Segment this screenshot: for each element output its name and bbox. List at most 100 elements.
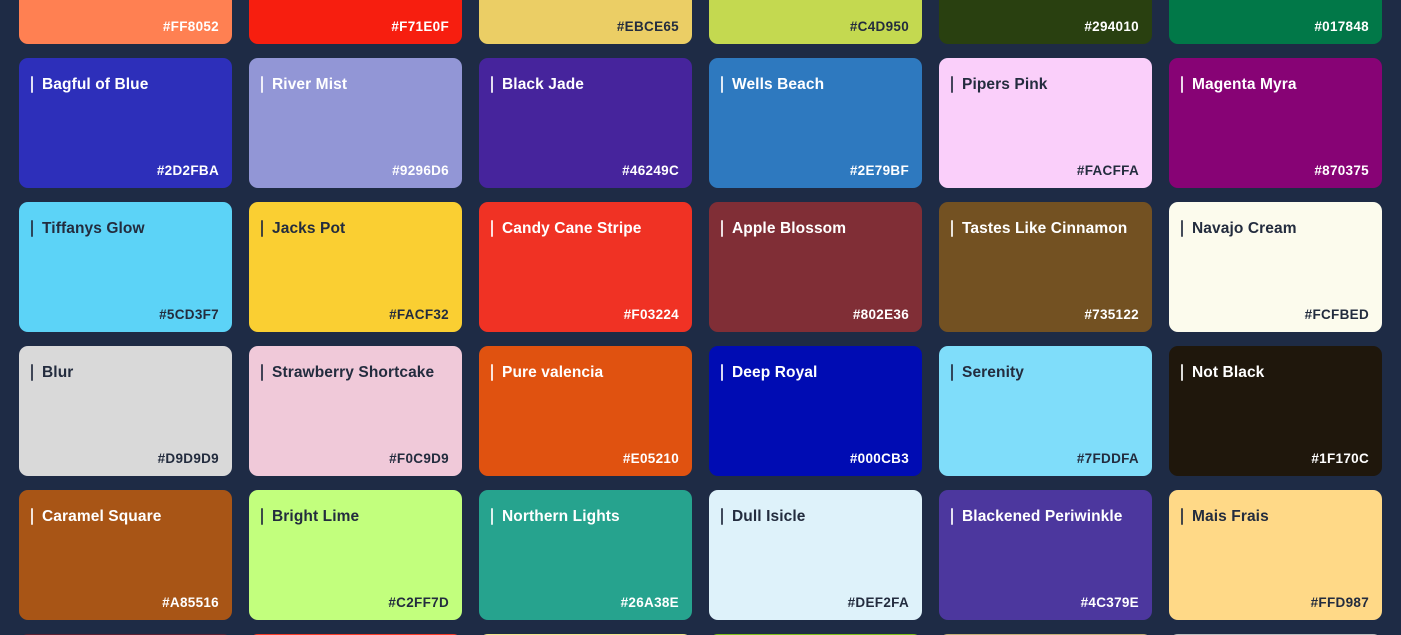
swatch-hex-code[interactable]: #735122 — [1084, 307, 1139, 322]
vertical-bar-icon — [1181, 364, 1183, 381]
vertical-bar-icon — [261, 364, 263, 381]
color-swatch-card[interactable]: #F71E0F — [249, 0, 462, 44]
swatch-hex-code[interactable]: #2E79BF — [850, 163, 909, 178]
color-swatch-card[interactable]: Deep Royal #000CB3 — [709, 346, 922, 476]
color-swatch-card[interactable]: Dull Isicle #DEF2FA — [709, 490, 922, 620]
swatch-hex-code[interactable]: #46249C — [622, 163, 679, 178]
swatch-hex-code[interactable]: #4C379E — [1081, 595, 1139, 610]
swatch-name: Wells Beach — [732, 75, 825, 93]
color-swatch-card[interactable]: Black Jade #46249C — [479, 58, 692, 188]
swatch-hex-code[interactable]: #F71E0F — [391, 19, 449, 34]
swatch-hex-code[interactable]: #FFD987 — [1311, 595, 1369, 610]
swatch-name: Tiffanys Glow — [42, 219, 145, 237]
color-swatch-card[interactable]: Bright Lime #C2FF7D — [249, 490, 462, 620]
vertical-bar-icon — [31, 220, 33, 237]
color-swatch-card[interactable]: Bagful of Blue #2D2FBA — [19, 58, 232, 188]
swatch-hex-code[interactable]: #294010 — [1084, 19, 1139, 34]
swatch-hex-code[interactable]: #5CD3F7 — [159, 307, 219, 322]
swatch-hex-code[interactable]: #017848 — [1314, 19, 1369, 34]
swatch-hex-code[interactable]: #D9D9D9 — [158, 451, 219, 466]
color-swatch-card[interactable]: Pure valencia #E05210 — [479, 346, 692, 476]
color-swatch-card[interactable]: Blur #D9D9D9 — [19, 346, 232, 476]
vertical-bar-icon — [31, 76, 33, 93]
swatch-hex-code[interactable]: #FF8052 — [163, 19, 219, 34]
swatch-hex-code[interactable]: #7FDDFA — [1077, 451, 1139, 466]
swatch-name: Candy Cane Stripe — [502, 219, 642, 237]
swatch-title-row: Apple Blossom — [721, 220, 910, 237]
color-swatch-card[interactable]: River Mist #9296D6 — [249, 58, 462, 188]
swatch-hex-code[interactable]: #26A38E — [621, 595, 679, 610]
color-swatch-card[interactable]: Serenity #7FDDFA — [939, 346, 1152, 476]
swatch-name: Apple Blossom — [732, 219, 847, 237]
swatch-title-row: Tiffanys Glow — [31, 220, 220, 237]
swatch-hex-code[interactable]: #9296D6 — [392, 163, 449, 178]
vertical-bar-icon — [951, 76, 953, 93]
color-swatch-card[interactable]: Tiffanys Glow #5CD3F7 — [19, 202, 232, 332]
vertical-bar-icon — [951, 364, 953, 381]
swatch-name: Caramel Square — [42, 507, 162, 525]
vertical-bar-icon — [261, 508, 263, 525]
vertical-bar-icon — [721, 364, 723, 381]
swatch-title-row: Navajo Cream — [1181, 220, 1370, 237]
swatch-name: Pipers Pink — [962, 75, 1048, 93]
color-swatch-card[interactable]: Tastes Like Cinnamon #735122 — [939, 202, 1152, 332]
swatch-title-row: Bagful of Blue — [31, 76, 220, 93]
swatch-hex-code[interactable]: #2D2FBA — [157, 163, 219, 178]
swatch-title-row: Wells Beach — [721, 76, 910, 93]
swatch-hex-code[interactable]: #000CB3 — [850, 451, 909, 466]
color-swatch-card[interactable]: Mais Frais #FFD987 — [1169, 490, 1382, 620]
color-swatch-card[interactable]: #C4D950 — [709, 0, 922, 44]
vertical-bar-icon — [491, 76, 493, 93]
swatch-title-row: Black Jade — [491, 76, 680, 93]
swatch-name: River Mist — [272, 75, 348, 93]
swatch-title-row: Mais Frais — [1181, 508, 1370, 525]
swatch-hex-code[interactable]: #1F170C — [1311, 451, 1369, 466]
swatch-title-row: Blur — [31, 364, 220, 381]
swatch-title-row: Bright Lime — [261, 508, 450, 525]
swatch-name: Serenity — [962, 363, 1024, 381]
swatch-hex-code[interactable]: #C4D950 — [850, 19, 909, 34]
swatch-name: Mais Frais — [1192, 507, 1269, 525]
swatch-hex-code[interactable]: #802E36 — [853, 307, 909, 322]
color-swatch-card[interactable]: Blackened Periwinkle #4C379E — [939, 490, 1152, 620]
swatch-hex-code[interactable]: #F03224 — [624, 307, 679, 322]
swatch-hex-code[interactable]: #FACFFA — [1077, 163, 1139, 178]
swatch-title-row: Jacks Pot — [261, 220, 450, 237]
color-swatch-card[interactable]: Pipers Pink #FACFFA — [939, 58, 1152, 188]
color-swatch-card[interactable]: Magenta Myra #870375 — [1169, 58, 1382, 188]
color-swatch-card[interactable]: Strawberry Shortcake #F0C9D9 — [249, 346, 462, 476]
swatch-name: Strawberry Shortcake — [272, 363, 435, 381]
swatch-title-row: Northern Lights — [491, 508, 680, 525]
vertical-bar-icon — [1181, 76, 1183, 93]
swatch-name: Jacks Pot — [272, 219, 346, 237]
color-swatch-card[interactable]: Jacks Pot #FACF32 — [249, 202, 462, 332]
color-swatch-card[interactable]: Caramel Square #A85516 — [19, 490, 232, 620]
color-swatch-card[interactable]: #017848 — [1169, 0, 1382, 44]
swatch-name: Navajo Cream — [1192, 219, 1297, 237]
swatch-hex-code[interactable]: #E05210 — [623, 451, 679, 466]
swatch-title-row: Deep Royal — [721, 364, 910, 381]
swatch-hex-code[interactable]: #FACF32 — [389, 307, 449, 322]
swatch-hex-code[interactable]: #DEF2FA — [848, 595, 909, 610]
swatch-name: Tastes Like Cinnamon — [962, 219, 1128, 237]
swatch-hex-code[interactable]: #A85516 — [162, 595, 219, 610]
swatch-name: Dull Isicle — [732, 507, 806, 525]
vertical-bar-icon — [261, 220, 263, 237]
color-swatch-card[interactable]: #FF8052 — [19, 0, 232, 44]
color-swatch-card[interactable]: #294010 — [939, 0, 1152, 44]
color-swatch-card[interactable]: Navajo Cream #FCFBED — [1169, 202, 1382, 332]
color-swatch-card[interactable]: Wells Beach #2E79BF — [709, 58, 922, 188]
color-swatch-card[interactable]: Candy Cane Stripe #F03224 — [479, 202, 692, 332]
swatch-hex-code[interactable]: #FCFBED — [1305, 307, 1369, 322]
swatch-hex-code[interactable]: #EBCE65 — [617, 19, 679, 34]
color-swatch-card[interactable]: Apple Blossom #802E36 — [709, 202, 922, 332]
color-swatch-card[interactable]: Northern Lights #26A38E — [479, 490, 692, 620]
swatch-hex-code[interactable]: #F0C9D9 — [389, 451, 449, 466]
swatch-hex-code[interactable]: #C2FF7D — [388, 595, 449, 610]
color-swatch-card[interactable]: #EBCE65 — [479, 0, 692, 44]
swatch-hex-code[interactable]: #870375 — [1314, 163, 1369, 178]
swatch-name: Not Black — [1192, 363, 1265, 381]
color-swatch-card[interactable]: Not Black #1F170C — [1169, 346, 1382, 476]
swatch-name: Northern Lights — [502, 507, 620, 525]
swatch-title-row: Pipers Pink — [951, 76, 1140, 93]
